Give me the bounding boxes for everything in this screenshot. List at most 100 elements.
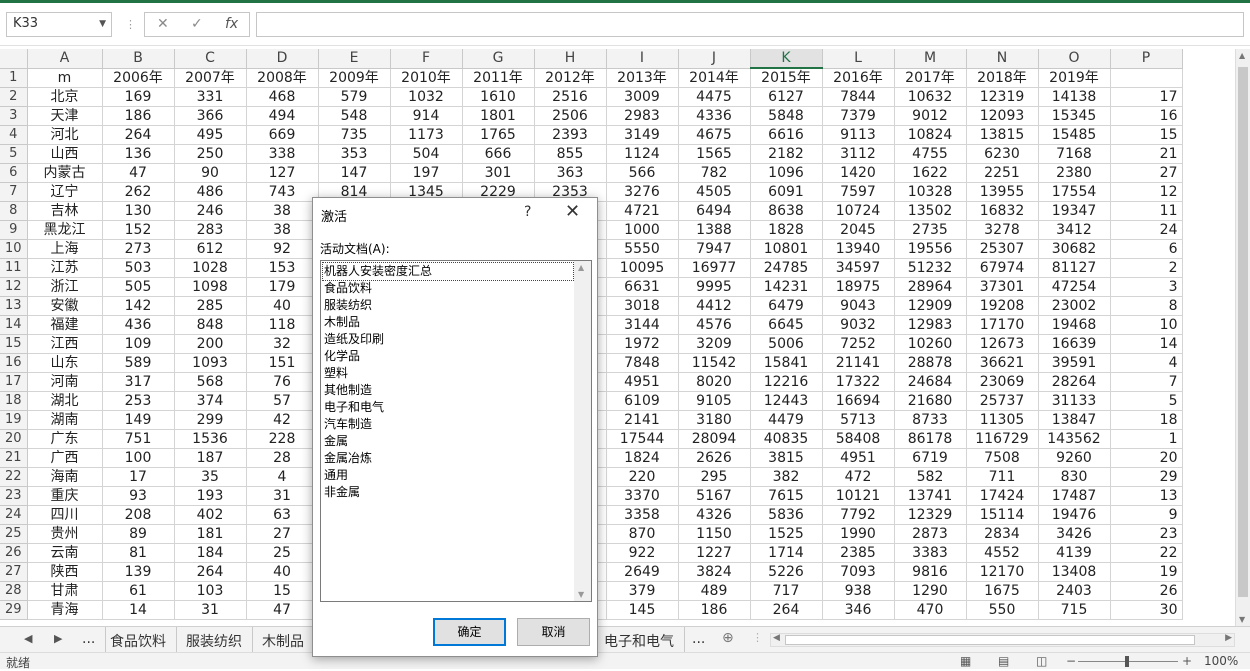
formula-input[interactable] <box>256 12 1244 37</box>
cell[interactable]: 山西 <box>27 144 103 164</box>
cell[interactable]: 3412 <box>1038 220 1111 240</box>
cell[interactable]: 40 <box>246 562 319 582</box>
cell[interactable]: 17554 <box>1038 182 1111 202</box>
page-break-icon[interactable]: ◫ <box>1036 654 1047 668</box>
list-item[interactable]: 其他制造 <box>323 382 573 399</box>
cell[interactable]: 10632 <box>894 87 967 107</box>
cell[interactable]: 363 <box>534 163 607 183</box>
cell[interactable]: 63 <box>246 505 319 525</box>
cell[interactable]: 13502 <box>894 201 967 221</box>
list-item[interactable]: 汽车制造 <box>323 416 573 433</box>
cell[interactable]: 1150 <box>678 524 751 544</box>
cell[interactable]: 江西 <box>27 334 103 354</box>
list-item[interactable]: 非金属 <box>323 484 573 501</box>
cell[interactable]: 9043 <box>822 296 895 316</box>
cell[interactable]: 147 <box>318 163 391 183</box>
add-sheet-icon[interactable]: ⊕ <box>722 630 734 646</box>
cell[interactable]: 186 <box>102 106 175 126</box>
cell[interactable]: 2011年 <box>462 68 535 88</box>
cell[interactable]: 12443 <box>750 391 823 411</box>
cell[interactable]: 1173 <box>390 125 463 145</box>
cell[interactable]: 29 <box>1110 467 1183 487</box>
cell[interactable]: 17424 <box>966 486 1039 506</box>
cell[interactable]: 938 <box>822 581 895 601</box>
tab-sheet[interactable]: 食品饮料 <box>100 627 177 652</box>
cell[interactable]: 436 <box>102 315 175 335</box>
cell[interactable]: 15 <box>246 581 319 601</box>
cell[interactable]: 6616 <box>750 125 823 145</box>
cell[interactable]: 922 <box>606 543 679 563</box>
cell[interactable]: 40 <box>246 296 319 316</box>
cell[interactable]: 3370 <box>606 486 679 506</box>
cell[interactable]: 152 <box>102 220 175 240</box>
row-header[interactable]: 27 <box>0 562 28 582</box>
cell[interactable]: 61 <box>102 581 175 601</box>
cell[interactable]: 7508 <box>966 448 1039 468</box>
column-header[interactable]: J <box>678 49 751 69</box>
cell[interactable]: 3180 <box>678 410 751 430</box>
cell[interactable]: 16 <box>1110 106 1183 126</box>
cell[interactable]: 139 <box>102 562 175 582</box>
cell[interactable]: 743 <box>246 182 319 202</box>
scroll-left-icon[interactable]: ◀ <box>773 633 780 643</box>
cell[interactable]: 81127 <box>1038 258 1111 278</box>
cell[interactable]: 1972 <box>606 334 679 354</box>
cell[interactable]: 12 <box>1110 182 1183 202</box>
cell[interactable]: 6091 <box>750 182 823 202</box>
cell[interactable]: 19468 <box>1038 315 1111 335</box>
name-box[interactable]: K33 ▼ <box>6 12 112 37</box>
cell[interactable]: 2380 <box>1038 163 1111 183</box>
column-header[interactable]: E <box>318 49 391 69</box>
cell[interactable]: 299 <box>174 410 247 430</box>
cell[interactable]: 11 <box>1110 201 1183 221</box>
cell[interactable]: 5226 <box>750 562 823 582</box>
cell[interactable]: 31 <box>174 600 247 620</box>
column-header[interactable]: A <box>27 49 103 69</box>
cell[interactable]: 14138 <box>1038 87 1111 107</box>
cell[interactable]: 10095 <box>606 258 679 278</box>
cell[interactable]: 16639 <box>1038 334 1111 354</box>
cell[interactable]: 河南 <box>27 372 103 392</box>
row-header[interactable]: 1 <box>0 68 28 88</box>
cell[interactable]: 2626 <box>678 448 751 468</box>
cell[interactable]: 15841 <box>750 353 823 373</box>
help-icon[interactable]: ? <box>524 204 531 220</box>
row-header[interactable]: 7 <box>0 182 28 202</box>
worksheet-grid[interactable]: ABCDEFGHIJKLMNOP 1 m 2006年 2007年 2008年 2009年 2… <box>0 49 1250 626</box>
horizontal-scrollbar[interactable]: ◀ ▶ <box>770 633 1235 647</box>
cell[interactable]: 47254 <box>1038 277 1111 297</box>
cell[interactable]: 2017年 <box>894 68 967 88</box>
column-header[interactable]: H <box>534 49 607 69</box>
row-header[interactable]: 24 <box>0 505 28 525</box>
cell[interactable]: 江苏 <box>27 258 103 278</box>
ok-button[interactable]: 确定 <box>433 618 506 646</box>
cell[interactable]: 548 <box>318 106 391 126</box>
cell[interactable]: 天津 <box>27 106 103 126</box>
close-icon[interactable]: ✕ <box>565 201 580 222</box>
list-item[interactable]: 机器人安装密度汇总 <box>322 262 574 281</box>
cell[interactable]: 2393 <box>534 125 607 145</box>
row-header[interactable]: 16 <box>0 353 28 373</box>
cell[interactable]: 3018 <box>606 296 679 316</box>
row-header[interactable]: 15 <box>0 334 28 354</box>
cell[interactable]: 12319 <box>966 87 1039 107</box>
cell[interactable]: 58408 <box>822 429 895 449</box>
cell[interactable]: 262 <box>102 182 175 202</box>
cell[interactable]: 1525 <box>750 524 823 544</box>
cell[interactable]: 264 <box>750 600 823 620</box>
cell[interactable]: 7792 <box>822 505 895 525</box>
cell[interactable]: 470 <box>894 600 967 620</box>
cell[interactable]: 浙江 <box>27 277 103 297</box>
cell[interactable]: 612 <box>174 239 247 259</box>
cell[interactable]: 472 <box>822 467 895 487</box>
cell[interactable]: 14 <box>102 600 175 620</box>
cell[interactable]: 10801 <box>750 239 823 259</box>
cell[interactable]: 4576 <box>678 315 751 335</box>
cell[interactable]: 669 <box>246 125 319 145</box>
drag-handle-icon[interactable]: ⋮ <box>125 18 136 31</box>
cell[interactable]: 90 <box>174 163 247 183</box>
cell[interactable]: 264 <box>174 562 247 582</box>
cell[interactable]: 550 <box>966 600 1039 620</box>
cell[interactable]: 42 <box>246 410 319 430</box>
cell[interactable]: 35 <box>174 467 247 487</box>
